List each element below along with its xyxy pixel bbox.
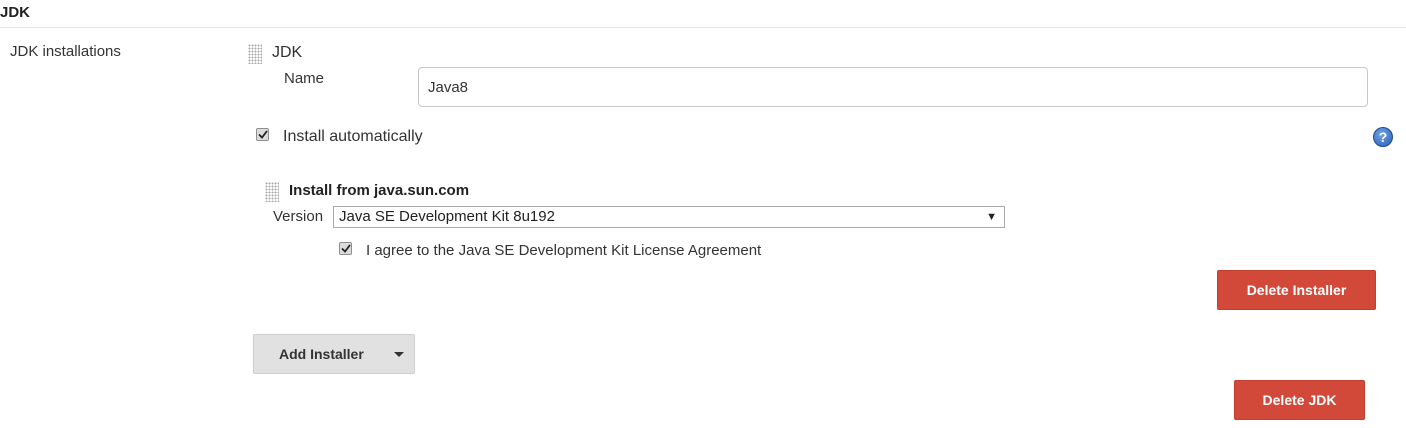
name-label: Name	[284, 70, 325, 87]
jdk-heading: JDK	[272, 44, 303, 61]
install-automatically-checkbox[interactable]	[256, 128, 269, 141]
dropdown-arrow-icon: ▼	[986, 211, 997, 223]
section-title: JDK	[0, 4, 31, 21]
drag-handle-icon[interactable]	[248, 44, 262, 64]
installer-drag-handle-icon[interactable]	[265, 182, 279, 202]
checkmark-icon	[340, 244, 351, 253]
add-installer-button[interactable]: Add Installer	[253, 334, 415, 374]
add-installer-label: Add Installer	[279, 346, 364, 362]
install-automatically-label: Install automatically	[283, 128, 423, 145]
help-icon[interactable]: ?	[1373, 127, 1393, 147]
checkmark-icon	[257, 130, 268, 139]
version-selected-value: Java SE Development Kit 8u192	[339, 208, 555, 225]
version-select[interactable]: Java SE Development Kit 8u192 ▼	[333, 206, 1005, 228]
delete-installer-button[interactable]: Delete Installer	[1217, 270, 1376, 310]
license-agree-label: I agree to the Java SE Development Kit L…	[366, 242, 762, 259]
delete-jdk-button[interactable]: Delete JDK	[1234, 380, 1365, 420]
installer-heading: Install from java.sun.com	[289, 182, 470, 199]
jdk-installations-label: JDK installations	[10, 43, 121, 60]
license-agree-checkbox[interactable]	[339, 242, 352, 255]
version-label: Version	[273, 208, 324, 225]
jdk-name-input[interactable]	[418, 67, 1368, 107]
caret-down-icon	[394, 352, 404, 357]
section-divider	[0, 27, 1406, 28]
